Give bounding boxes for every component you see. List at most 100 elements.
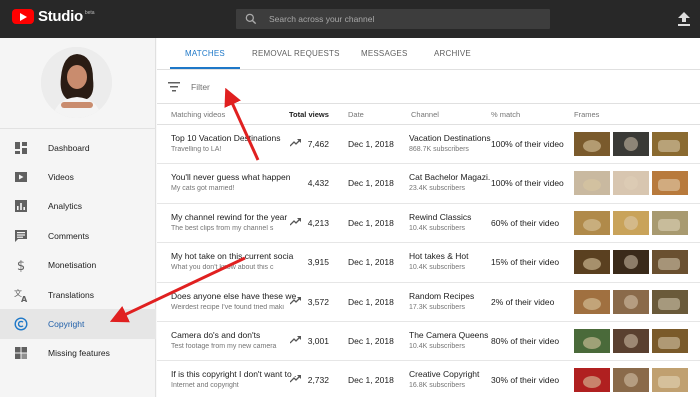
sidebar-item-translations[interactable]: 文 A Translations	[0, 280, 156, 309]
match-percent: 15% of their video	[491, 257, 560, 268]
frame-thumbnails	[574, 368, 688, 393]
sidebar-item-copyright[interactable]: Copyright	[0, 309, 156, 339]
sidebar-item-label: Translations	[48, 289, 94, 300]
column-header-matching-videos[interactable]: Matching videos	[171, 110, 225, 119]
video-title[interactable]: Top 10 Vacation Destinations	[171, 133, 296, 143]
channel-name[interactable]: Vacation Destinations	[409, 133, 491, 143]
channel-name[interactable]: Random Recipes	[409, 291, 491, 301]
video-subtitle: Internet and copyright	[171, 382, 239, 390]
youtube-logo-icon	[12, 9, 34, 24]
channel-name[interactable]: Rewind Classics	[409, 212, 491, 222]
total-views: 2,732	[307, 375, 329, 386]
video-subtitle: Travelling to LA!	[171, 146, 222, 153]
total-views: 3,572	[307, 296, 329, 307]
channel-name[interactable]: Hot takes & Hot	[409, 251, 491, 261]
search-input[interactable]	[269, 14, 550, 24]
studio-logo[interactable]: Studio beta	[12, 8, 95, 25]
upload-icon[interactable]	[678, 12, 690, 26]
video-title[interactable]: My channel rewind for the year	[171, 212, 296, 222]
frame-thumbnail[interactable]	[574, 328, 610, 353]
top-bar: Studio beta	[0, 0, 700, 38]
match-date: Dec 1, 2018	[348, 178, 394, 189]
frame-thumbnail[interactable]	[613, 171, 649, 196]
frame-thumbnail[interactable]	[613, 289, 649, 314]
total-views: 3,915	[307, 257, 329, 268]
sidebar-item-videos[interactable]: Videos	[0, 162, 156, 191]
column-header-channel[interactable]: Channel	[411, 110, 439, 119]
search-bar[interactable]	[236, 9, 550, 29]
search-icon[interactable]	[244, 12, 258, 26]
video-subtitle: The best clips from my channel s	[171, 224, 274, 232]
column-header-total-views[interactable]: Total views	[289, 110, 329, 119]
channel-name[interactable]: Cat Bachelor Magazi...	[409, 172, 491, 182]
total-views: 4,432	[307, 178, 329, 189]
frame-thumbnail[interactable]	[574, 171, 610, 196]
sidebar: Dashboard Videos Analytics Comments $ Mo…	[0, 38, 156, 397]
copyright-icon	[14, 317, 28, 331]
videos-icon	[15, 172, 27, 183]
column-header-date[interactable]: Date	[348, 110, 364, 119]
avatar-photo	[41, 47, 112, 118]
channel-subscribers: 17.3K subscribers	[409, 303, 466, 311]
sidebar-item-analytics[interactable]: Analytics	[0, 192, 156, 221]
filter-icon[interactable]	[168, 82, 180, 92]
frame-thumbnail[interactable]	[613, 210, 649, 235]
dollar-icon: $	[17, 259, 25, 272]
table-row[interactable]: Does anyone else have these wei... Weird…	[157, 283, 700, 322]
video-title[interactable]: Does anyone else have these wei...	[171, 291, 296, 301]
sidebar-item-missing-features[interactable]: Missing features	[0, 339, 156, 368]
frame-thumbnails	[574, 250, 688, 275]
frame-thumbnail[interactable]	[574, 250, 610, 275]
sidebar-nav: Dashboard Videos Analytics Comments $ Mo…	[0, 133, 156, 368]
sidebar-item-comments[interactable]: Comments	[0, 221, 156, 250]
frame-thumbnail[interactable]	[574, 368, 610, 393]
video-subtitle: Test footage from my new camera	[171, 342, 277, 350]
column-header-match[interactable]: % match	[491, 110, 520, 119]
avatar[interactable]	[41, 47, 112, 118]
frame-thumbnails	[574, 210, 688, 235]
table-row[interactable]: My channel rewind for the year The best …	[157, 204, 700, 244]
frame-thumbnail[interactable]	[613, 328, 649, 353]
frame-thumbnail[interactable]	[613, 368, 649, 393]
video-title[interactable]: Camera do's and don'ts	[171, 330, 296, 340]
match-percent: 30% of their video	[491, 375, 560, 386]
tab-messages[interactable]: MESSAGES	[361, 49, 408, 58]
frame-thumbnail[interactable]	[613, 250, 649, 275]
table-row[interactable]: My hot take on this current socia What y…	[157, 243, 700, 283]
frame-thumbnail[interactable]	[652, 171, 688, 196]
frame-thumbnail[interactable]	[652, 210, 688, 235]
frame-thumbnail[interactable]	[574, 132, 610, 156]
match-percent: 80% of their video	[491, 335, 560, 346]
match-date: Dec 1, 2018	[348, 335, 394, 346]
frame-thumbnail[interactable]	[652, 328, 688, 353]
sidebar-item-monetisation[interactable]: $ Monetisation	[0, 251, 156, 280]
table-row[interactable]: Camera do's and don'ts Test footage from…	[157, 322, 700, 362]
channel-subscribers: 10.4K subscribers	[409, 342, 466, 350]
tab-removal-requests[interactable]: REMOVAL REQUESTS	[252, 49, 340, 58]
dashboard-icon	[15, 141, 27, 154]
channel-name[interactable]: The Camera Queens	[409, 330, 491, 340]
table-row[interactable]: Top 10 Vacation Destinations Travelling …	[157, 125, 700, 165]
tab-bar: MATCHES REMOVAL REQUESTS MESSAGES ARCHIV…	[157, 38, 700, 70]
tab-archive[interactable]: ARCHIVE	[434, 49, 471, 58]
match-percent: 60% of their video	[491, 217, 560, 228]
sidebar-item-dashboard[interactable]: Dashboard	[0, 133, 156, 162]
frame-thumbnail[interactable]	[652, 250, 688, 275]
missing-features-icon	[15, 347, 27, 360]
frame-thumbnail[interactable]	[652, 132, 688, 156]
table-row[interactable]: If is this copyright I don't want to ...…	[157, 361, 700, 397]
table-row[interactable]: You'll never guess what happen My cats g…	[157, 164, 700, 204]
frame-thumbnail[interactable]	[652, 289, 688, 314]
tab-matches[interactable]: MATCHES	[185, 49, 225, 58]
frame-thumbnails	[574, 132, 688, 156]
frame-thumbnail[interactable]	[613, 132, 649, 156]
filter-input[interactable]	[191, 82, 391, 92]
frame-thumbnail[interactable]	[574, 210, 610, 235]
video-title[interactable]: You'll never guess what happen	[171, 172, 296, 182]
frame-thumbnail[interactable]	[652, 368, 688, 393]
channel-name[interactable]: Creative Copyright	[409, 369, 491, 379]
trending-up-icon	[290, 217, 301, 226]
frame-thumbnail[interactable]	[574, 289, 610, 314]
video-title[interactable]: If is this copyright I don't want to ...	[171, 369, 296, 379]
video-title[interactable]: My hot take on this current socia	[171, 251, 296, 261]
